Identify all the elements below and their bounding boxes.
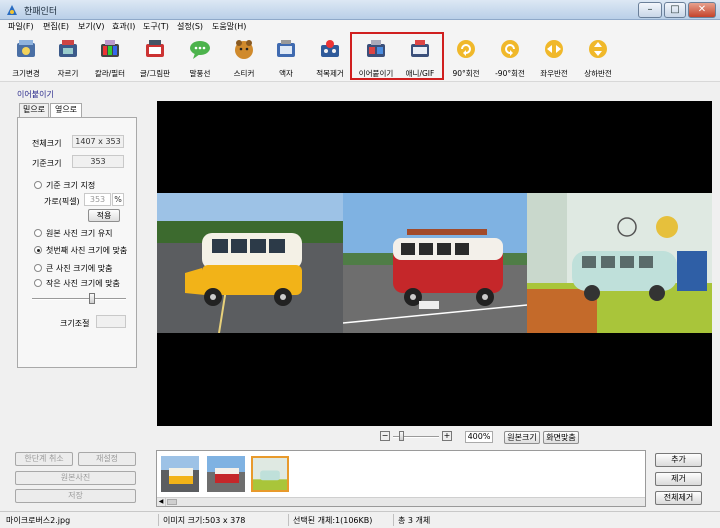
crop-icon bbox=[59, 40, 77, 57]
option-set-base-label: 기준 크기 지정 bbox=[46, 181, 96, 190]
menu-view[interactable]: 보기(V) bbox=[78, 21, 104, 32]
fit-screen-button[interactable]: 화면맞춤 bbox=[543, 431, 579, 444]
merge-options-panel: 전체크기 1407 x 353 기준크기 353 기준 크기 지정 가로(픽셀)… bbox=[17, 117, 137, 368]
option-fit-first-label: 첫번째 사진 크기에 맞춤 bbox=[46, 246, 128, 255]
thumbnail-mint-van[interactable] bbox=[251, 456, 289, 492]
zoom-slider-thumb[interactable] bbox=[399, 431, 404, 441]
close-button[interactable]: ✕ bbox=[688, 2, 716, 18]
status-bar: 마이크로버스2.jpg 이미지 크기:503 x 378 선택된 개체:1(10… bbox=[0, 511, 720, 528]
speech-bubble-icon bbox=[190, 41, 210, 59]
color-filter-icon bbox=[101, 40, 119, 57]
app-icon bbox=[7, 5, 17, 15]
frame-icon bbox=[277, 40, 295, 57]
width-px-label: 가로(픽셀) bbox=[44, 197, 80, 206]
zoom-in-button[interactable]: + bbox=[442, 431, 452, 441]
tool-color-filter[interactable]: 칼라/필터 bbox=[88, 36, 132, 80]
size-adjust-label: 크기조절 bbox=[60, 319, 90, 328]
title-bar: 한패인터 – □ ✕ bbox=[0, 0, 720, 20]
thumbnail-strip: ◀ bbox=[156, 450, 646, 507]
reset-button[interactable]: 재설정 bbox=[78, 452, 136, 466]
size-slider-track bbox=[32, 298, 126, 300]
radio-fit-large[interactable] bbox=[34, 264, 42, 272]
size-adjust-input[interactable] bbox=[96, 315, 126, 328]
thumbnail-red-van[interactable] bbox=[207, 456, 245, 492]
status-selected: 선택된 개체:1(106KB) bbox=[293, 516, 373, 525]
remove-button[interactable]: 제거 bbox=[655, 472, 702, 486]
total-size-label: 전체크기 bbox=[32, 139, 62, 148]
tool-text-draw[interactable]: 글/그림판 bbox=[133, 36, 177, 80]
photo-red-van bbox=[343, 193, 527, 333]
total-size-value: 1407 x 353 bbox=[72, 135, 124, 148]
rotate-cw-icon bbox=[457, 40, 475, 58]
unit-toggle[interactable]: % bbox=[112, 193, 124, 206]
apply-button[interactable]: 적용 bbox=[88, 209, 120, 222]
base-size-label: 기준크기 bbox=[32, 159, 62, 168]
remove-all-button[interactable]: 전체제거 bbox=[655, 491, 702, 505]
minimize-button[interactable]: – bbox=[638, 2, 662, 18]
save-button[interactable]: 저장 bbox=[15, 489, 136, 503]
size-slider-thumb[interactable] bbox=[89, 293, 95, 304]
tab-below[interactable]: 밑으로 bbox=[19, 103, 49, 117]
text-draw-icon bbox=[146, 40, 164, 57]
resize-icon bbox=[17, 40, 35, 57]
menu-file[interactable]: 파일(F) bbox=[8, 21, 34, 32]
highlight-box bbox=[350, 32, 444, 80]
thumbnail-yellow-van[interactable] bbox=[161, 456, 199, 492]
tool-redeye[interactable]: 적목제거 bbox=[308, 36, 352, 80]
menu-effects[interactable]: 효과(I) bbox=[112, 21, 135, 32]
menu-tools[interactable]: 도구(T) bbox=[143, 21, 169, 32]
radio-fit-small[interactable] bbox=[34, 279, 42, 287]
image-viewer bbox=[157, 101, 712, 426]
rotate-ccw-icon bbox=[501, 40, 519, 58]
add-button[interactable]: 추가 bbox=[655, 453, 702, 467]
option-fit-large-label: 큰 사진 크기에 맞춤 bbox=[46, 264, 113, 273]
photo-mint-van-room bbox=[527, 193, 712, 333]
redeye-icon bbox=[321, 40, 339, 57]
option-fit-small-label: 작은 사진 크기에 맞춤 bbox=[46, 279, 120, 288]
radio-set-base[interactable] bbox=[34, 181, 42, 189]
menu-edit[interactable]: 편집(E) bbox=[43, 21, 69, 32]
tool-flip-vertical[interactable]: 상하반전 bbox=[576, 36, 620, 80]
width-px-input[interactable]: 353 bbox=[84, 193, 111, 206]
photo-yellow-van bbox=[157, 193, 343, 333]
status-total: 총 3 개체 bbox=[398, 516, 431, 525]
window-title: 한패인터 bbox=[24, 7, 58, 17]
zoom-value: 400% bbox=[465, 431, 493, 443]
thumbnail-scrollbar[interactable]: ◀ bbox=[157, 497, 645, 506]
scrollbar-thumb[interactable] bbox=[167, 499, 177, 505]
menu-help[interactable]: 도움말(H) bbox=[212, 21, 246, 32]
status-filename: 마이크로버스2.jpg bbox=[6, 516, 71, 525]
maximize-button[interactable]: □ bbox=[664, 2, 686, 18]
option-keep-original-label: 원본 사진 크기 유지 bbox=[46, 229, 113, 238]
original-photo-button[interactable]: 원본사진 bbox=[15, 471, 136, 485]
scroll-left-arrow-icon[interactable]: ◀ bbox=[157, 498, 166, 506]
panel-title: 이어붙이기 bbox=[17, 90, 54, 99]
base-size-value: 353 bbox=[72, 155, 124, 168]
radio-keep-original[interactable] bbox=[34, 229, 42, 237]
zoom-out-button[interactable]: − bbox=[380, 431, 390, 441]
menu-settings[interactable]: 설정(S) bbox=[177, 21, 203, 32]
sticker-icon bbox=[235, 40, 253, 59]
tab-side[interactable]: 옆으로 bbox=[50, 103, 82, 118]
radio-fit-first[interactable] bbox=[34, 246, 42, 254]
status-image-size: 이미지 크기:503 x 378 bbox=[163, 516, 246, 525]
flip-horizontal-icon bbox=[545, 40, 563, 58]
undo-button[interactable]: 한단계 취소 bbox=[15, 452, 73, 466]
flip-vertical-icon bbox=[589, 40, 607, 58]
original-size-button[interactable]: 원본크기 bbox=[504, 431, 540, 444]
